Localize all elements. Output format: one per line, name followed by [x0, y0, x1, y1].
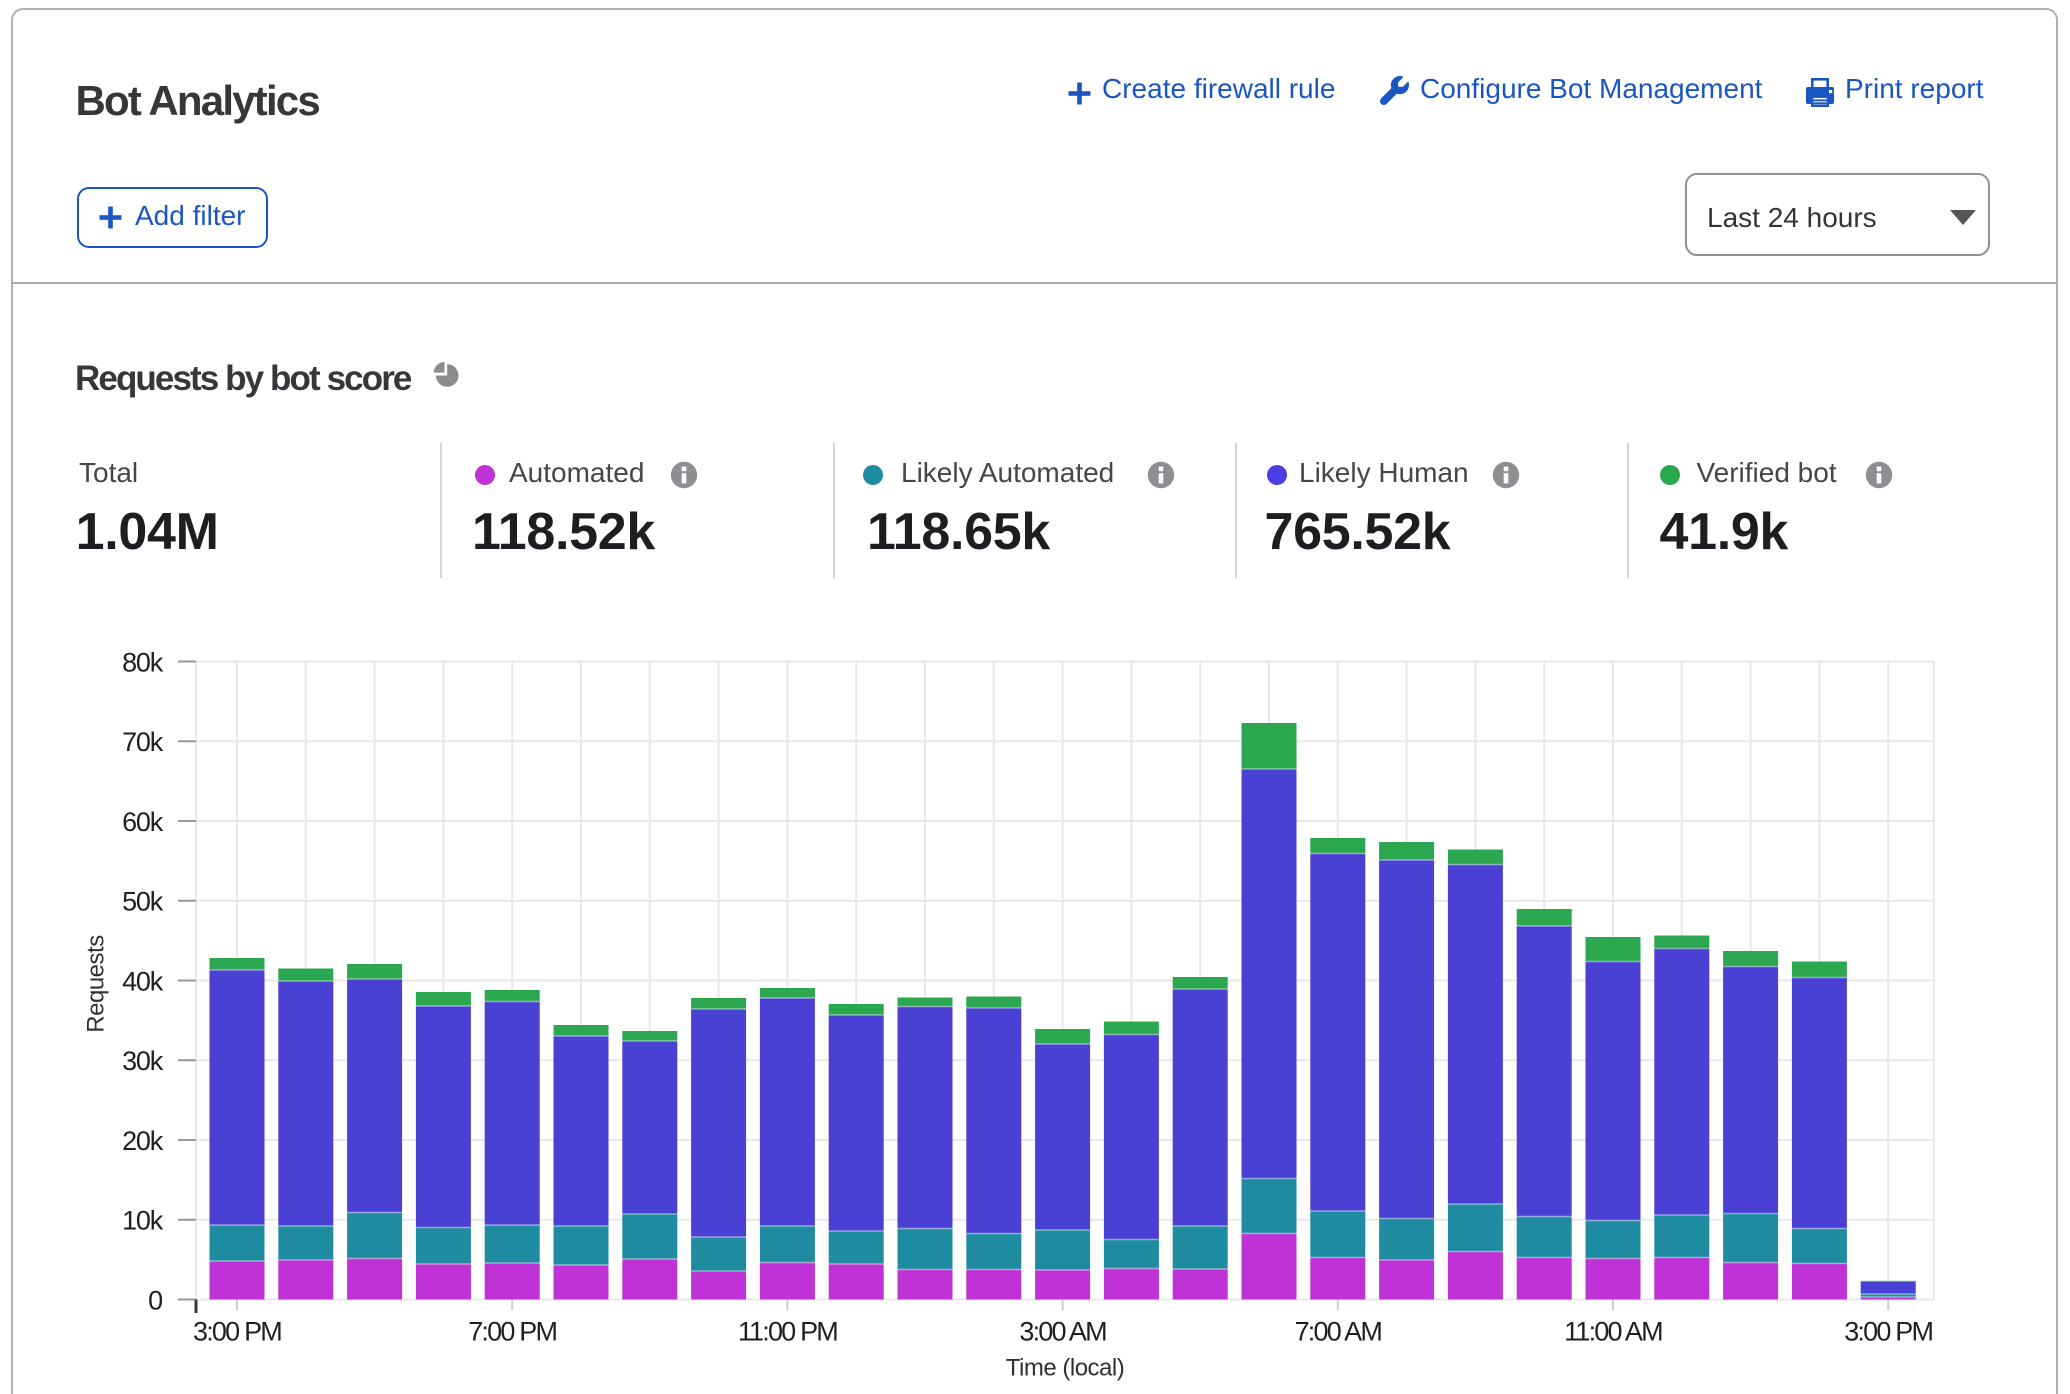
svg-text:30k: 30k — [122, 1046, 164, 1076]
svg-text:70k: 70k — [122, 727, 164, 757]
svg-text:40k: 40k — [122, 966, 164, 996]
svg-text:7:00 AM: 7:00 AM — [1295, 1317, 1382, 1347]
svg-text:10k: 10k — [122, 1206, 164, 1236]
svg-text:20k: 20k — [122, 1126, 164, 1156]
svg-text:Requests: Requests — [83, 935, 110, 1033]
svg-text:0: 0 — [148, 1285, 162, 1315]
svg-text:Time (local): Time (local) — [1006, 1355, 1124, 1382]
svg-text:7:00 PM: 7:00 PM — [468, 1317, 556, 1347]
svg-text:60k: 60k — [122, 807, 164, 837]
svg-text:3:00 PM: 3:00 PM — [1844, 1317, 1932, 1347]
svg-text:80k: 80k — [122, 647, 164, 677]
svg-text:11:00 PM: 11:00 PM — [738, 1317, 837, 1347]
svg-text:3:00 AM: 3:00 AM — [1019, 1317, 1106, 1347]
svg-text:50k: 50k — [122, 887, 164, 917]
svg-text:3:00 PM: 3:00 PM — [193, 1317, 281, 1347]
svg-text:11:00 AM: 11:00 AM — [1564, 1317, 1662, 1347]
